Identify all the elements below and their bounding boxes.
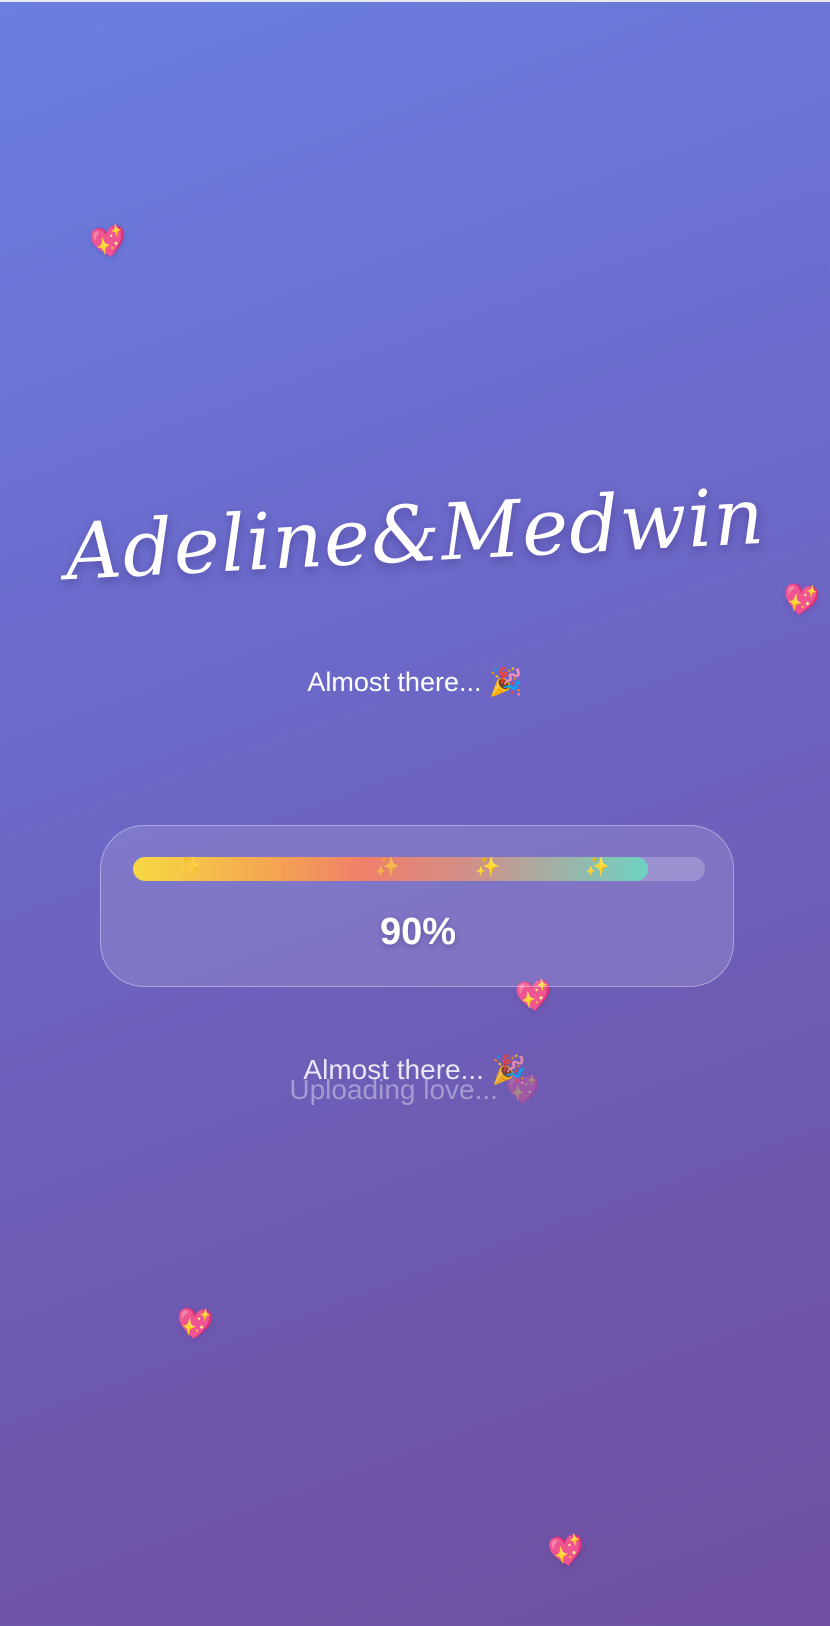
couple-title: Adeline&Medwin — [63, 471, 767, 599]
sparkling-heart-icon: 💖 — [545, 1531, 588, 1572]
loading-subtitle: Almost there... 🎉 — [307, 667, 523, 697]
progress-percent: 90% — [379, 911, 457, 953]
sparkle-icon: ✨ — [475, 857, 500, 878]
progress-track: ✨ ✨ ✨ ✨ — [133, 857, 705, 881]
sparkling-heart-icon: 💖 — [174, 1305, 215, 1344]
sparkle-icon: ✨ — [375, 857, 400, 878]
sparkle-icon: ✨ — [585, 857, 610, 878]
sparkling-heart-icon: 💖 — [779, 580, 822, 621]
progress-fill: ✨ ✨ ✨ ✨ — [133, 857, 648, 881]
current-status-text: Almost there... 🎉 — [303, 1054, 527, 1085]
progress-card: ✨ ✨ ✨ ✨ 90% — [100, 825, 734, 987]
sparkle-icon: ✨ — [177, 857, 202, 878]
top-edge-divider — [0, 0, 830, 2]
sparkling-heart-icon: 💖 — [87, 222, 131, 263]
